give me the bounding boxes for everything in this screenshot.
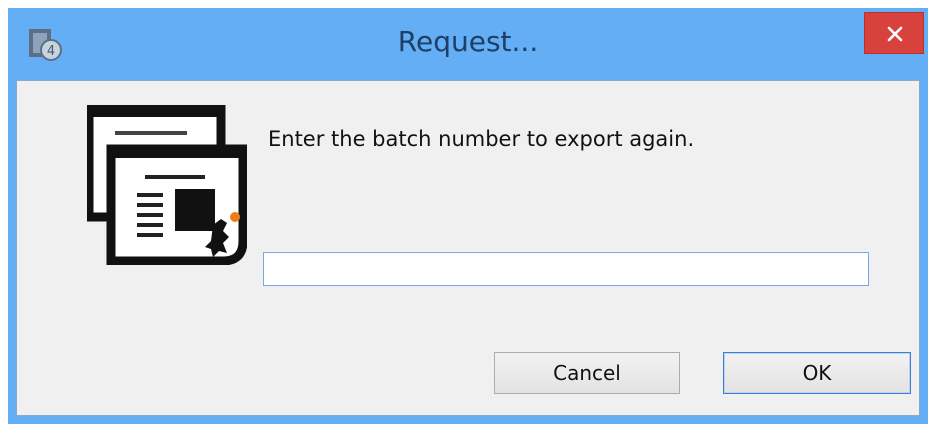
dialog-body: Enter the batch number to export again. …: [16, 80, 920, 416]
request-dialog-window: 4 Request... Enter the batch number to e…: [8, 8, 928, 424]
prompt-text: Enter the batch number to export again.: [268, 127, 695, 151]
document-export-icon: [84, 102, 248, 266]
window-title: Request...: [397, 25, 539, 58]
cancel-button[interactable]: Cancel: [494, 352, 680, 394]
batch-number-input[interactable]: [263, 252, 869, 286]
close-icon: [887, 26, 903, 42]
title-bar[interactable]: 4 Request...: [8, 8, 928, 80]
close-button[interactable]: [864, 12, 924, 54]
ok-button[interactable]: OK: [723, 352, 911, 394]
